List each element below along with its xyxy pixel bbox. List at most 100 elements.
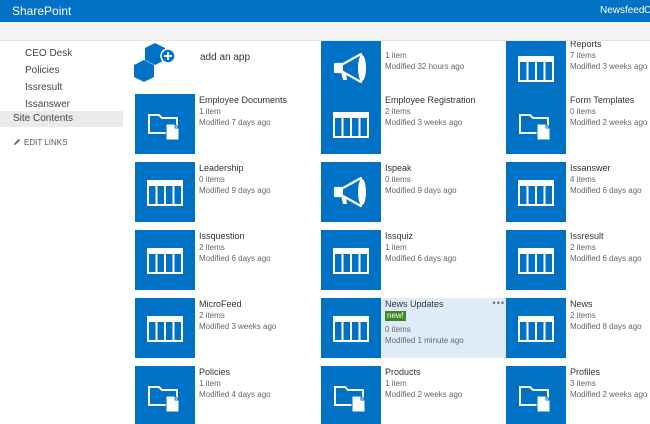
- folder-icon[interactable]: [506, 366, 566, 424]
- modified-date: Modified 3 weeks ago: [199, 322, 277, 331]
- app-tile-profiles[interactable]: Profiles 3 items Modified 2 weeks ago: [506, 366, 650, 424]
- item-count: 0 items: [385, 175, 411, 184]
- modified-date: Modified 9 days ago: [385, 186, 457, 195]
- app-tile-issresult[interactable]: Issresult 2 items Modified 6 days ago: [506, 230, 650, 290]
- item-count: 2 items: [570, 311, 596, 320]
- tile-title[interactable]: Issquestion: [199, 231, 245, 241]
- tile-title[interactable]: Issanswer: [570, 163, 611, 173]
- item-count: 1 item: [385, 51, 407, 60]
- megaphone-icon[interactable]: [321, 41, 381, 98]
- app-tile-ispeak[interactable]: Ispeak 0 items Modified 9 days ago: [321, 162, 509, 222]
- app-tile-reports[interactable]: Reports 7 items Modified 3 weeks ago: [506, 41, 650, 98]
- edit-links-label: EDIT LINKS: [24, 138, 68, 147]
- add-app-link[interactable]: add an app: [200, 52, 250, 63]
- table-icon[interactable]: [506, 41, 566, 98]
- tile-title[interactable]: News: [570, 299, 593, 309]
- tile-title[interactable]: Profiles: [570, 367, 600, 377]
- modified-date: Modified 6 days ago: [570, 186, 642, 195]
- nav-item-issanswer[interactable]: Issanswer: [25, 99, 70, 110]
- nav-item-ceo-desk[interactable]: CEO Desk: [25, 48, 72, 59]
- pencil-icon: [14, 138, 21, 145]
- tile-title[interactable]: Products: [385, 367, 421, 377]
- app-tile-employee-documents[interactable]: Employee Documents 1 item Modified 7 days …: [135, 94, 323, 154]
- item-count: 1 item: [385, 243, 407, 252]
- ribbon-bar: [0, 22, 650, 41]
- app-tile-policies[interactable]: Policies 1 item Modified 4 days ago: [135, 366, 323, 424]
- table-icon[interactable]: [135, 298, 195, 358]
- item-count: 0 items: [385, 325, 411, 334]
- brand-title[interactable]: SharePoint: [12, 4, 71, 18]
- item-count: 1 item: [199, 107, 221, 116]
- table-icon[interactable]: [135, 162, 195, 222]
- tile-title[interactable]: Policies: [199, 367, 230, 377]
- modified-date: Modified 32 hours ago: [385, 62, 465, 71]
- tile-title[interactable]: Issquiz: [385, 231, 413, 241]
- item-count: 0 items: [570, 107, 596, 116]
- suite-bar: SharePoint Newsfeed C: [0, 0, 650, 22]
- app-tile-news[interactable]: News 2 items Modified 8 days ago: [506, 298, 650, 358]
- newsfeed-link[interactable]: Newsfeed: [600, 5, 644, 16]
- nav-item-policies[interactable]: Policies: [25, 65, 59, 76]
- tile-title[interactable]: News Updates: [385, 299, 444, 309]
- modified-date: Modified 6 days ago: [199, 254, 271, 263]
- table-icon[interactable]: [321, 94, 381, 154]
- more-options-button[interactable]: •••: [493, 298, 505, 308]
- app-tile-employee-registration[interactable]: Employee Registration 2 items Modified 3 w…: [321, 94, 509, 154]
- app-tile-leadership[interactable]: Leadership 0 items Modified 9 days ago: [135, 162, 323, 222]
- add-app-icon[interactable]: [133, 41, 193, 83]
- app-tile-products[interactable]: Products 1 item Modified 2 weeks ago: [321, 366, 509, 424]
- table-icon[interactable]: [506, 230, 566, 290]
- item-count: 3 items: [570, 379, 596, 388]
- app-tile-news-updates[interactable]: News Updates new! 0 items Modified 1 minute…: [321, 298, 509, 358]
- folder-icon[interactable]: [321, 366, 381, 424]
- nav-item-issresult[interactable]: Issresult: [25, 82, 62, 93]
- folder-icon[interactable]: [135, 94, 195, 154]
- app-tile-issquestion[interactable]: Issquestion 2 items Modified 6 days ago: [135, 230, 323, 290]
- table-icon[interactable]: [506, 162, 566, 222]
- item-count: 1 item: [385, 379, 407, 388]
- tile-title[interactable]: Ispeak: [385, 163, 412, 173]
- modified-date: Modified 4 days ago: [199, 390, 271, 399]
- folder-icon[interactable]: [135, 366, 195, 424]
- new-badge: new!: [385, 311, 406, 321]
- table-icon[interactable]: [321, 230, 381, 290]
- app-tile-untitled[interactable]: 1 item Modified 32 hours ago: [321, 41, 509, 98]
- site-contents-grid: add an app 1 item Modified 32 hours ago Re…: [123, 41, 650, 424]
- app-tile-microfeed[interactable]: MicroFeed 2 items Modified 3 weeks ago: [135, 298, 323, 358]
- table-icon[interactable]: [506, 298, 566, 358]
- overflow-link[interactable]: C: [644, 5, 650, 16]
- item-count: 2 items: [570, 243, 596, 252]
- app-tile-issanswer[interactable]: Issanswer 4 items Modified 6 days ago: [506, 162, 650, 222]
- item-count: 2 items: [385, 107, 411, 116]
- tile-title[interactable]: Issresult: [570, 231, 604, 241]
- modified-date: Modified 1 minute ago: [385, 336, 464, 345]
- item-count: 7 items: [570, 51, 596, 60]
- folder-icon[interactable]: [506, 94, 566, 154]
- quick-launch: CEO Desk Policies Issresult Issanswer Si…: [0, 41, 123, 424]
- tile-title[interactable]: Leadership: [199, 163, 244, 173]
- table-icon[interactable]: [321, 298, 381, 358]
- item-count: 0 items: [199, 175, 225, 184]
- modified-date: Modified 6 days ago: [385, 254, 457, 263]
- tile-title[interactable]: Employee Registration: [385, 95, 476, 105]
- app-tile-form-templates[interactable]: Form Templates 0 items Modified 2 weeks ag…: [506, 94, 650, 154]
- table-icon[interactable]: [135, 230, 195, 290]
- tile-title[interactable]: MicroFeed: [199, 299, 242, 309]
- modified-date: Modified 3 weeks ago: [385, 118, 463, 127]
- item-count: 1 item: [199, 379, 221, 388]
- modified-date: Modified 2 weeks ago: [570, 118, 648, 127]
- item-count: 2 items: [199, 243, 225, 252]
- tile-title[interactable]: Reports: [570, 41, 602, 49]
- nav-item-site-contents[interactable]: Site Contents: [0, 111, 123, 127]
- app-tile-issquiz[interactable]: Issquiz 1 item Modified 6 days ago: [321, 230, 509, 290]
- modified-date: Modified 6 days ago: [570, 254, 642, 263]
- item-count: 2 items: [199, 311, 225, 320]
- megaphone-icon[interactable]: [321, 162, 381, 222]
- edit-links-button[interactable]: EDIT LINKS: [13, 138, 67, 147]
- modified-date: Modified 3 weeks ago: [570, 62, 648, 71]
- tile-title[interactable]: Employee Documents: [199, 95, 287, 105]
- tile-title[interactable]: Form Templates: [570, 95, 634, 105]
- modified-date: Modified 9 days ago: [199, 186, 271, 195]
- modified-date: Modified 2 weeks ago: [570, 390, 648, 399]
- modified-date: Modified 2 weeks ago: [385, 390, 463, 399]
